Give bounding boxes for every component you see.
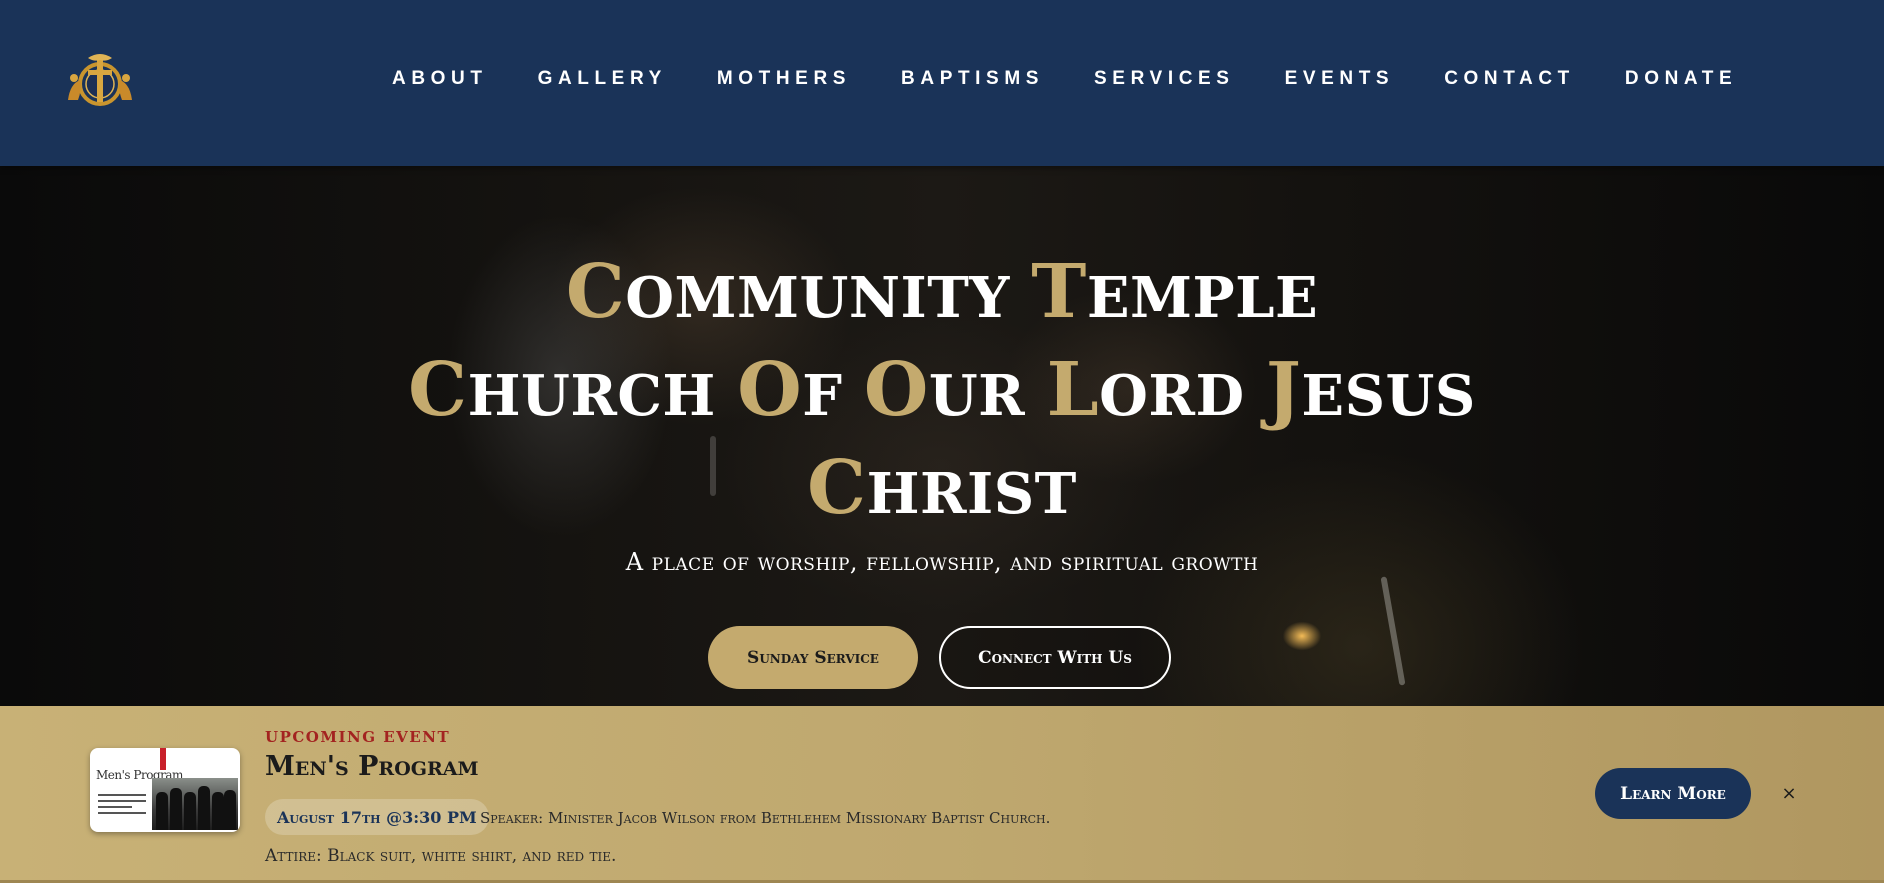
thumbnail-ribbon xyxy=(160,748,166,770)
title-line-1: Community Temple xyxy=(0,246,1884,344)
title-word: Our xyxy=(864,347,1026,433)
title-initial: C xyxy=(565,249,626,335)
title-rest: emple xyxy=(1086,265,1319,331)
event-title: Men's Program xyxy=(265,751,479,782)
title-initial: T xyxy=(1031,249,1087,335)
learn-more-button[interactable]: Learn More xyxy=(1595,768,1751,819)
title-initial: L xyxy=(1046,347,1100,433)
title-word: Of xyxy=(737,347,843,433)
hero-subtitle: A place of worship, fellowship, and spir… xyxy=(625,548,1259,576)
title-word: Jesus xyxy=(1266,347,1476,433)
title-line-2: Church Of Our Lord Jesus xyxy=(0,344,1884,442)
title-rest: hurch xyxy=(467,363,716,429)
title-word: Temple xyxy=(1031,249,1319,335)
title-rest: esus xyxy=(1301,363,1476,429)
title-rest: ommunity xyxy=(625,265,1010,331)
title-initial: O xyxy=(863,347,929,433)
nav-baptisms[interactable]: BAPTISMS xyxy=(901,68,1044,90)
close-icon[interactable]: × xyxy=(1778,782,1800,804)
nav-events[interactable]: EVENTS xyxy=(1285,68,1395,90)
main-nav: ABOUT GALLERY MOTHERS BAPTISMS SERVICES … xyxy=(392,68,1737,90)
title-initial: C xyxy=(408,347,468,433)
title-line-3: Christ xyxy=(0,442,1884,540)
nav-mothers[interactable]: MOTHERS xyxy=(717,68,851,90)
nav-donate[interactable]: DONATE xyxy=(1625,68,1737,90)
hero-section: Community Temple Church Of Our Lord Jesu… xyxy=(0,166,1884,706)
event-thumbnail[interactable]: Men's Program xyxy=(90,748,240,832)
church-crest-icon[interactable] xyxy=(62,50,138,110)
thumbnail-text-lines xyxy=(98,794,146,818)
thumbnail-photo xyxy=(152,778,238,830)
sunday-service-button[interactable]: Sunday Service xyxy=(708,626,918,689)
hero-buttons: Sunday Service Connect With Us xyxy=(708,626,1171,689)
title-rest: f xyxy=(802,363,843,429)
event-label: UPCOMING EVENT xyxy=(265,728,451,746)
title-word: Christ xyxy=(807,445,1077,531)
nav-about[interactable]: ABOUT xyxy=(392,68,488,90)
title-rest: ur xyxy=(928,363,1026,429)
title-rest: ord xyxy=(1099,363,1245,429)
event-attire: Attire: Black suit, white shirt, and red… xyxy=(265,846,617,866)
nav-contact[interactable]: CONTACT xyxy=(1444,68,1575,90)
title-word: Church xyxy=(408,347,716,433)
title-initial: C xyxy=(807,445,867,531)
event-speaker: Speaker: Minister Jacob Wilson from Beth… xyxy=(480,809,1051,827)
connect-with-us-button[interactable]: Connect With Us xyxy=(939,626,1171,689)
title-rest: hrist xyxy=(866,461,1077,527)
title-word: Lord xyxy=(1047,347,1245,433)
title-initial: O xyxy=(737,347,803,433)
nav-services[interactable]: SERVICES xyxy=(1094,68,1235,90)
title-initial: J xyxy=(1265,347,1302,433)
title-word: Community xyxy=(566,249,1010,335)
site-header: ABOUT GALLERY MOTHERS BAPTISMS SERVICES … xyxy=(0,0,1884,166)
background-light-streak xyxy=(1380,576,1406,686)
event-date-badge: August 17th @3:30 PM xyxy=(265,799,489,835)
page-title: Community Temple Church Of Our Lord Jesu… xyxy=(0,246,1884,540)
nav-gallery[interactable]: GALLERY xyxy=(538,68,667,90)
upcoming-event-banner: Men's Program UPCOMING EVENT Men's Progr… xyxy=(0,706,1884,883)
